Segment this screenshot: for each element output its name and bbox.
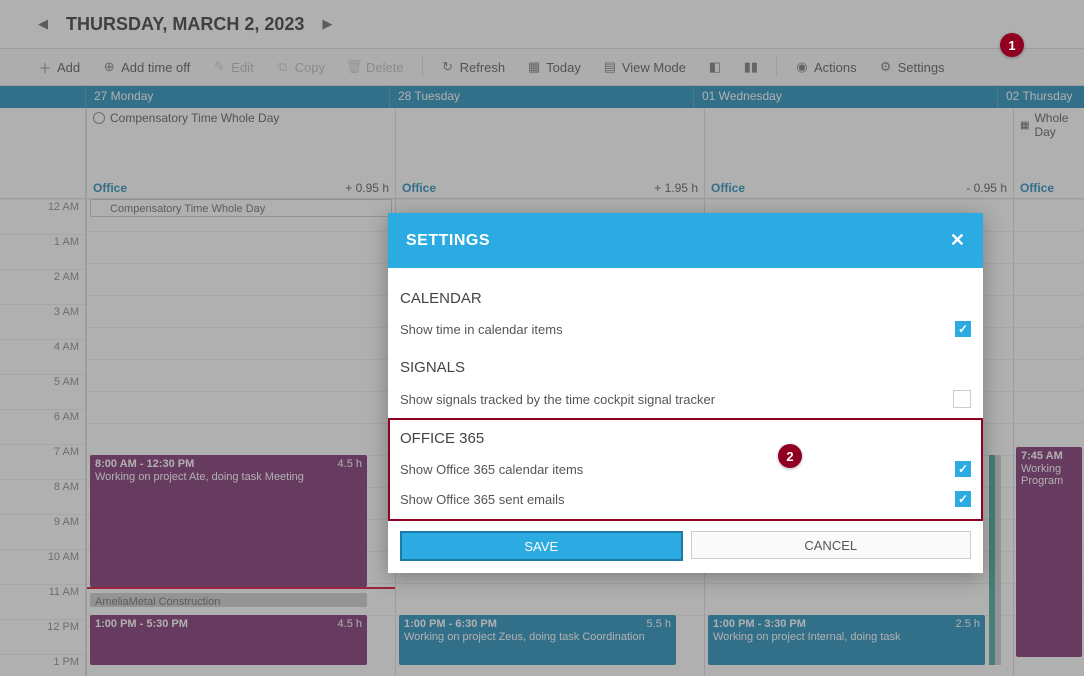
option-o365-emails: Show Office 365 sent emails ✓ xyxy=(400,491,971,507)
section-calendar: CALENDAR Show time in calendar items ✓ xyxy=(400,290,971,337)
checkbox-checked[interactable]: ✓ xyxy=(955,461,971,477)
checkbox-unchecked[interactable] xyxy=(953,390,971,408)
step-badge-1: 1 xyxy=(1000,33,1024,57)
cancel-button[interactable]: CANCEL xyxy=(691,531,972,559)
option-o365-calendar: Show Office 365 calendar items ✓ xyxy=(400,461,971,477)
dialog-header: SETTINGS ✕ xyxy=(388,213,983,268)
section-signals: SIGNALS Show signals tracked by the time… xyxy=(400,359,971,408)
cancel-label: CANCEL xyxy=(804,538,857,553)
option-label: Show Office 365 sent emails xyxy=(400,492,565,507)
save-button[interactable]: SAVE xyxy=(400,531,683,561)
option-label: Show signals tracked by the time cockpit… xyxy=(400,392,715,407)
step-badge-2: 2 xyxy=(778,444,802,468)
option-show-signals: Show signals tracked by the time cockpit… xyxy=(400,390,971,408)
option-show-time: Show time in calendar items ✓ xyxy=(400,321,971,337)
option-label: Show Office 365 calendar items xyxy=(400,462,583,477)
section-office365: OFFICE 365 Show Office 365 calendar item… xyxy=(400,430,971,507)
dialog-body: CALENDAR Show time in calendar items ✓ S… xyxy=(388,268,983,573)
dialog-title: SETTINGS xyxy=(406,232,490,250)
checkbox-checked[interactable]: ✓ xyxy=(955,321,971,337)
close-icon[interactable]: ✕ xyxy=(950,230,965,251)
section-title: OFFICE 365 xyxy=(400,430,971,447)
section-title: CALENDAR xyxy=(400,290,971,307)
option-label: Show time in calendar items xyxy=(400,322,563,337)
save-label: SAVE xyxy=(524,539,558,554)
section-office365-highlight: OFFICE 365 Show Office 365 calendar item… xyxy=(388,418,983,521)
settings-dialog: SETTINGS ✕ CALENDAR Show time in calenda… xyxy=(388,213,983,573)
dialog-buttons: SAVE CANCEL xyxy=(400,531,971,561)
section-title: SIGNALS xyxy=(400,359,971,376)
checkbox-checked[interactable]: ✓ xyxy=(955,491,971,507)
